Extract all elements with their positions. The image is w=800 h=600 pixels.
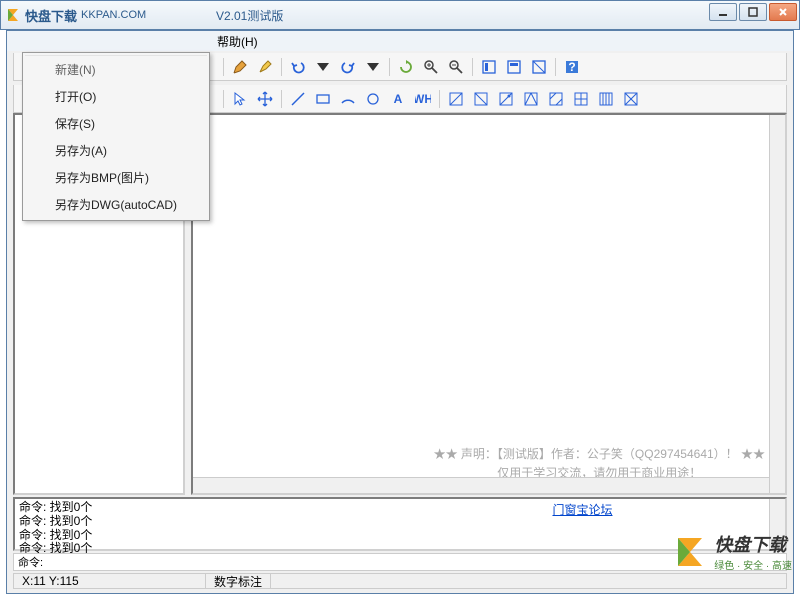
status-mode: 数字标注: [206, 574, 271, 588]
menubar: 帮助(H): [7, 31, 793, 51]
minimize-button[interactable]: [709, 3, 737, 21]
refresh-icon[interactable]: [395, 56, 417, 78]
svg-text:A: A: [394, 92, 403, 106]
shape-2-icon[interactable]: [470, 88, 492, 110]
canvas[interactable]: ★★ 声明：【测试版】作者：公子笑（QQ297454641）！ ★★ 仅用于学习…: [191, 113, 787, 495]
arc-icon[interactable]: [337, 88, 359, 110]
undo-dropdown-icon[interactable]: [312, 56, 334, 78]
log-area: 命令: 找到0个 命令: 找到0个 命令: 找到0个 命令: 找到0个 门窗宝论…: [13, 497, 787, 551]
app-url: KKPAN.COM: [81, 9, 146, 21]
shape-1-icon[interactable]: [445, 88, 467, 110]
menu-help[interactable]: 帮助(H): [217, 33, 258, 50]
shape-7-icon[interactable]: [595, 88, 617, 110]
menu-new[interactable]: 新建(N): [25, 55, 207, 83]
window-controls: [709, 3, 797, 21]
site-watermark: 快盘下载 绿色 · 安全 · 高速: [672, 531, 792, 572]
horizontal-scrollbar[interactable]: [193, 477, 769, 493]
shape-6-icon[interactable]: [570, 88, 592, 110]
redo-icon[interactable]: [337, 56, 359, 78]
maximize-button[interactable]: [739, 3, 767, 21]
line-icon[interactable]: [287, 88, 309, 110]
watermark-title: 快盘下载: [714, 531, 792, 557]
zoom-in-icon[interactable]: [420, 56, 442, 78]
panel-b-icon[interactable]: [503, 56, 525, 78]
command-line: 命令:: [13, 553, 787, 571]
text-a-icon[interactable]: A: [387, 88, 409, 110]
menu-save-as[interactable]: 另存为(A): [25, 137, 207, 164]
panel-c-icon[interactable]: [528, 56, 550, 78]
command-label: 命令:: [14, 554, 47, 570]
watermark-tagline: 绿色 · 安全 · 高速: [714, 557, 792, 572]
text-wh-icon[interactable]: WH: [412, 88, 434, 110]
version-label: V2.01测试版: [216, 7, 283, 24]
circle-icon[interactable]: [362, 88, 384, 110]
shape-4-icon[interactable]: [520, 88, 542, 110]
forum-link[interactable]: 门窗宝论坛: [552, 503, 612, 517]
cursor-icon[interactable]: [229, 88, 251, 110]
move-icon[interactable]: [254, 88, 276, 110]
help-icon[interactable]: ?: [561, 56, 583, 78]
panel-a-icon[interactable]: [478, 56, 500, 78]
file-dropdown-menu: 新建(N) 打开(O) 保存(S) 另存为(A) 另存为BMP(图片) 另存为D…: [22, 52, 210, 221]
rectangle-icon[interactable]: [312, 88, 334, 110]
pencil-icon[interactable]: [229, 56, 251, 78]
app-logo-icon: [5, 7, 21, 23]
undo-icon[interactable]: [287, 56, 309, 78]
svg-text:?: ?: [568, 60, 575, 74]
menu-save-bmp[interactable]: 另存为BMP(图片): [25, 164, 207, 191]
menu-open[interactable]: 打开(O): [25, 83, 207, 110]
shape-5-icon[interactable]: [545, 88, 567, 110]
menu-save-dwg[interactable]: 另存为DWG(autoCAD): [25, 191, 207, 218]
shape-3-icon[interactable]: [495, 88, 517, 110]
vertical-scrollbar[interactable]: [769, 115, 785, 493]
titlebar: 快盘下载 KKPAN.COM V2.01测试版: [0, 0, 800, 30]
app-title: 快盘下载: [25, 6, 77, 25]
status-bar: X:11 Y:115 数字标注: [13, 573, 787, 589]
log-output: 命令: 找到0个 命令: 找到0个 命令: 找到0个 命令: 找到0个: [15, 499, 396, 549]
zoom-out-icon[interactable]: [445, 56, 467, 78]
menu-save[interactable]: 保存(S): [25, 110, 207, 137]
highlighter-icon[interactable]: [254, 56, 276, 78]
close-button[interactable]: [769, 3, 797, 21]
status-coords: X:11 Y:115: [14, 574, 206, 588]
redo-dropdown-icon[interactable]: [362, 56, 384, 78]
shape-8-icon[interactable]: [620, 88, 642, 110]
watermark-logo-icon: [672, 534, 708, 570]
svg-text:WH: WH: [415, 92, 431, 106]
